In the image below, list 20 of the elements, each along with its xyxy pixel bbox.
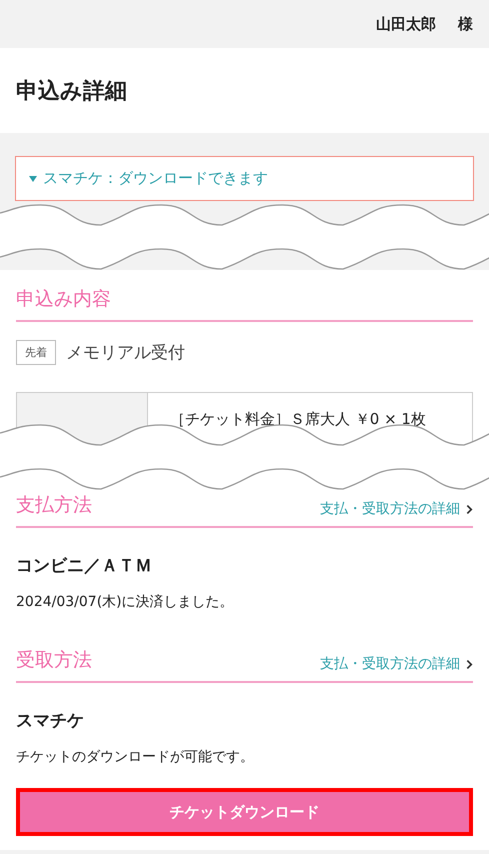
tag-label: 先着 [16,340,56,365]
download-button[interactable]: チケットダウンロード [16,788,473,836]
details-link[interactable]: 支払・受取方法の詳細 [320,500,473,518]
chevron-icon [466,658,473,670]
page-title: 申込み詳細 [16,78,127,106]
details-link[interactable]: 支払・受取方法の詳細 [320,655,473,673]
application-name: メモリアル受付 [66,342,185,364]
method-value: コンビニ／ＡＴＭ [16,555,153,577]
section-heading: 申込み内容 [16,287,111,312]
triangle-icon [29,176,37,182]
section-heading: 受取方法 [16,648,92,673]
user-name: 山田太郎 [376,14,436,34]
honorific-label: 様 [458,14,473,34]
chevron-icon [466,504,473,514]
method-value: スマチケ [16,710,85,732]
notice-toggle[interactable]: スマチケ：ダウンロードできます [15,156,474,201]
section-heading: 支払方法 [16,493,92,518]
notice-text: スマチケ：ダウンロードできます [43,169,268,188]
method-note: 2024/03/07(木)に決済しました。 [16,593,235,611]
method-note: チケットのダウンロードが可能です。 [16,748,255,766]
